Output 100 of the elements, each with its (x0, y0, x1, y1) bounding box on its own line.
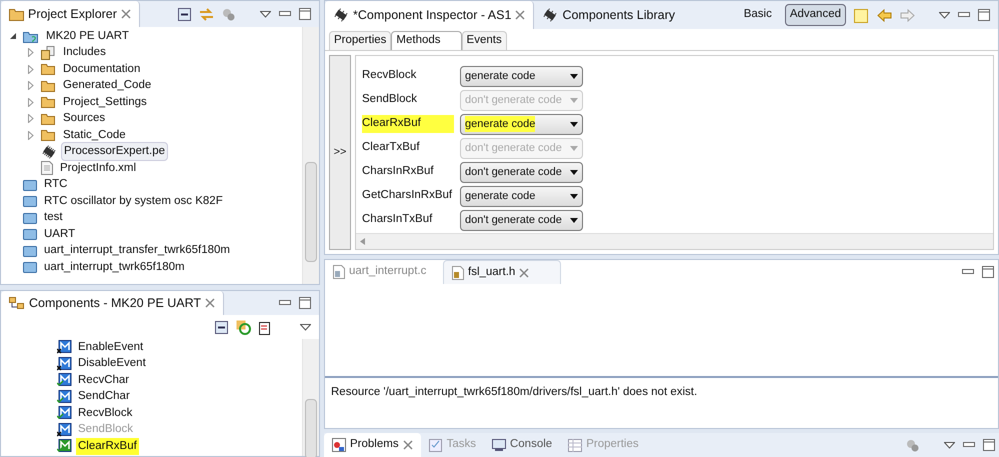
expand-arrow-icon[interactable] (28, 81, 34, 90)
dropdown-arrow-icon (570, 74, 578, 78)
method-name: GetCharsInRxBuf (362, 188, 454, 204)
method-dropdown[interactable]: don't generate code (460, 210, 583, 230)
folder-icon (23, 244, 37, 257)
method-item[interactable]: RecvChar (76, 372, 132, 389)
view-menu-icon[interactable] (260, 10, 271, 18)
tree-item[interactable]: ProcessorExpert.pe (61, 142, 168, 162)
method-item[interactable]: DisableEvent (76, 355, 148, 372)
maximize-icon[interactable] (299, 297, 311, 309)
problems-icon (332, 438, 346, 452)
expand-arrow-icon[interactable] (28, 98, 34, 107)
document-icon[interactable] (259, 320, 272, 334)
expand-arrow-icon[interactable] (28, 64, 34, 74)
view-tab[interactable]: Problems (324, 433, 421, 457)
maximize-icon[interactable] (299, 8, 311, 20)
tree-item[interactable]: Includes (60, 43, 109, 62)
dropdown-arrow-icon (570, 218, 578, 222)
mode-button[interactable]: Advanced (784, 4, 846, 26)
tree-item[interactable]: ProjectInfo.xml (57, 158, 140, 178)
sub-tab[interactable]: Events (462, 31, 507, 50)
tree-item[interactable]: RTC (41, 175, 70, 194)
tree-item[interactable]: Generated_Code (60, 76, 154, 96)
collapse-all-icon[interactable] (178, 8, 191, 20)
project-folder-icon (23, 30, 39, 43)
maximize-icon[interactable] (983, 439, 995, 451)
method-name: ClearTxBuf (362, 140, 421, 156)
properties-icon (568, 438, 582, 452)
method-item[interactable]: EnableEvent (76, 338, 146, 356)
back-arrow-icon[interactable] (877, 8, 892, 22)
editor-tab[interactable]: uart_interrupt.c (325, 260, 443, 284)
maximize-icon[interactable] (978, 9, 990, 21)
forward-arrow-icon[interactable] (900, 8, 915, 22)
method-item[interactable]: RecvBlock (76, 404, 134, 422)
close-icon[interactable] (402, 440, 413, 450)
expand-arrow-icon[interactable] (28, 48, 34, 58)
dropdown-arrow-icon (570, 98, 578, 102)
tree-item[interactable]: UART (41, 224, 78, 244)
folder-icon (41, 129, 56, 142)
tree-item[interactable]: uart_interrupt_twrk65f180m (41, 258, 188, 277)
dropdown-arrow-icon (570, 122, 578, 126)
collapse-all-icon[interactable] (215, 320, 228, 334)
view-menu-icon[interactable] (944, 442, 955, 448)
view-menu-icon[interactable] (939, 12, 950, 18)
maximize-icon[interactable] (982, 266, 994, 278)
folder-icon (41, 80, 56, 92)
method-dropdown[interactable]: generate code (460, 114, 583, 134)
method-item[interactable]: ClearRxBuf (76, 438, 139, 455)
mode-button[interactable]: Basic (738, 4, 777, 26)
link-arrows-icon[interactable] (199, 8, 214, 20)
method-name: CharsInTxBuf (362, 212, 434, 228)
minimize-icon[interactable] (279, 11, 291, 17)
editor-tab[interactable]: Components Library (534, 1, 683, 29)
folder-icon (23, 212, 37, 224)
expand-button[interactable]: >> (329, 55, 351, 250)
tree-item[interactable]: RTC oscillator by system osc K82F (41, 192, 226, 211)
close-icon[interactable] (519, 268, 530, 278)
tree-item[interactable]: Static_Code (60, 126, 129, 145)
method-dropdown[interactable]: generate code (460, 186, 583, 206)
gears-icon (222, 8, 236, 20)
file-icon (333, 265, 345, 279)
tasks-icon (428, 438, 443, 452)
tree-item[interactable]: Sources (60, 109, 108, 128)
method-dropdown[interactable]: generate code (460, 66, 583, 86)
minimize-icon[interactable] (279, 300, 291, 306)
sub-tab[interactable]: Methods (391, 31, 462, 50)
method-item[interactable]: SendChar (76, 388, 132, 406)
close-icon[interactable] (120, 9, 131, 19)
close-icon[interactable] (515, 10, 526, 20)
horizontal-scrollbar[interactable] (356, 233, 993, 249)
collapse-arrow-icon[interactable] (10, 32, 16, 40)
folder-icon (41, 63, 56, 76)
tree-item[interactable]: test (41, 208, 66, 228)
editor-tab[interactable]: fsl_uart.h (443, 260, 561, 284)
tree-item[interactable]: MK20 PE UART (43, 26, 132, 46)
editor-tab[interactable]: *Component Inspector - AS1 (325, 1, 534, 29)
expand-arrow-icon[interactable] (28, 130, 34, 140)
minimize-icon[interactable] (962, 269, 974, 275)
scroll-left-icon (360, 238, 365, 245)
sub-tab[interactable]: Properties (329, 31, 392, 50)
tree-item[interactable]: Project_Settings (60, 92, 150, 112)
method-name: SendBlock (362, 92, 418, 108)
close-icon[interactable] (205, 298, 216, 308)
method-dropdown[interactable]: don't generate code (460, 162, 583, 182)
method-name: CharsInRxBuf (362, 164, 435, 180)
refresh-icon[interactable] (236, 320, 251, 334)
scrollbar[interactable] (302, 27, 319, 284)
folder-icon (23, 228, 37, 240)
expand-arrow-icon[interactable] (28, 114, 34, 124)
view-menu-icon[interactable] (300, 324, 311, 330)
dropdown-arrow-icon (570, 170, 578, 174)
view-tab[interactable]: Console (484, 433, 560, 457)
minimize-icon[interactable] (958, 12, 970, 18)
method-name: RecvBlock (362, 68, 418, 84)
minimize-icon[interactable] (963, 442, 975, 448)
tree-item[interactable]: Documentation (60, 60, 144, 79)
tree-item[interactable]: uart_interrupt_transfer_twrk65f180m (41, 241, 234, 260)
scrollbar[interactable] (302, 339, 319, 456)
gears-icon (906, 438, 920, 452)
note-icon[interactable] (854, 8, 869, 22)
